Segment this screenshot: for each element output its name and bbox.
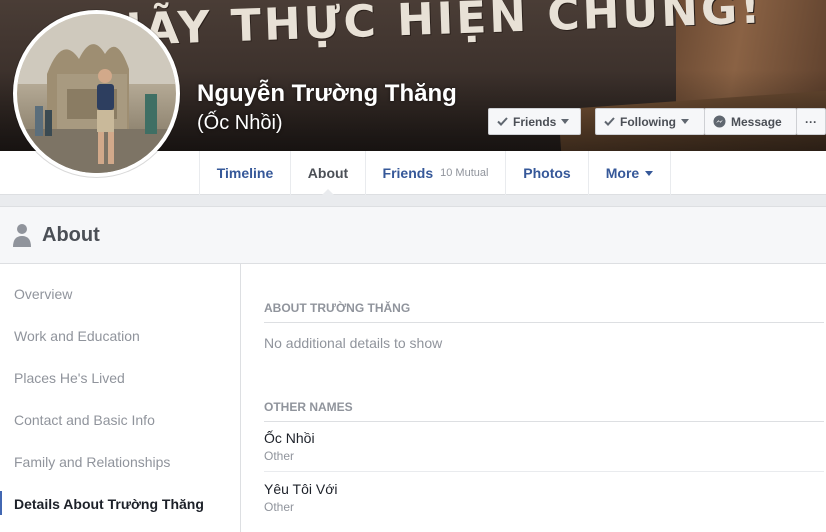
check-icon (604, 117, 615, 126)
list-item: Ốc Nhồi Other (264, 422, 824, 472)
chevron-down-icon (681, 119, 689, 124)
tab-about[interactable]: About (290, 151, 365, 196)
section-heading-other-names: OTHER NAMES (264, 400, 824, 422)
profile-name[interactable]: Nguyễn Trường Thăng (197, 80, 457, 108)
about-title: About (42, 223, 100, 246)
tab-photos-label: Photos (523, 165, 571, 181)
sidebar-item-work-education[interactable]: Work and Education (14, 328, 140, 344)
chevron-down-icon (561, 119, 570, 124)
messenger-icon (713, 115, 726, 128)
other-name-type: Other (264, 500, 295, 514)
following-button-label: Following (620, 114, 676, 129)
tab-friends-label: Friends (382, 165, 434, 181)
avatar[interactable] (13, 10, 180, 177)
about-header: About (0, 207, 826, 264)
about-panel: About Overview Work and Education Places… (0, 206, 826, 532)
about-sidebar: Overview Work and Education Places He's … (0, 264, 241, 532)
message-button[interactable]: Message (704, 108, 797, 135)
message-button-label: Message (731, 114, 782, 129)
tab-timeline[interactable]: Timeline (199, 151, 290, 195)
tab-about-label: About (307, 165, 349, 181)
other-name-type: Other (264, 449, 295, 463)
tab-timeline-label: Timeline (216, 165, 274, 181)
check-icon (497, 117, 508, 126)
active-tab-arrow (321, 189, 335, 196)
person-icon (13, 224, 31, 247)
sidebar-item-overview[interactable]: Overview (14, 286, 72, 302)
tab-photos[interactable]: Photos (505, 151, 588, 195)
other-name-value: Ốc Nhồi (264, 430, 315, 446)
profile-alternate-name: (Ốc Nhồi) (197, 112, 283, 134)
no-details-text: No additional details to show (264, 335, 443, 351)
list-item: Yêu Tôi Với Other (264, 473, 824, 523)
section-heading-about: ABOUT TRƯỜNG THĂNG (264, 301, 824, 323)
tab-more[interactable]: More (588, 151, 671, 195)
cover-text: HÃY THỰC HIỆN CHUNG! (104, 0, 764, 57)
friends-button[interactable]: Friends (488, 108, 581, 135)
profile-picture-art (17, 14, 176, 173)
sidebar-item-family-relationships[interactable]: Family and Relationships (14, 454, 170, 470)
other-name-value: Yêu Tôi Với (264, 481, 338, 497)
friends-button-label: Friends (513, 114, 557, 129)
more-actions-label: ··· (805, 114, 817, 129)
tab-more-label: More (605, 165, 640, 181)
more-actions-button[interactable]: ··· (796, 108, 826, 135)
sidebar-item-details[interactable]: Details About Trường Thăng (14, 496, 204, 512)
sidebar-item-places-lived[interactable]: Places He's Lived (14, 370, 125, 386)
sidebar-item-contact-info[interactable]: Contact and Basic Info (14, 412, 155, 428)
tab-friends[interactable]: Friends 10 Mutual (365, 151, 505, 195)
chevron-down-icon (645, 170, 654, 176)
profile-picture (17, 14, 176, 173)
following-button[interactable]: Following (595, 108, 705, 135)
mutual-friends-count: 10 Mutual (440, 167, 489, 179)
sidebar-active-marker (0, 491, 2, 515)
